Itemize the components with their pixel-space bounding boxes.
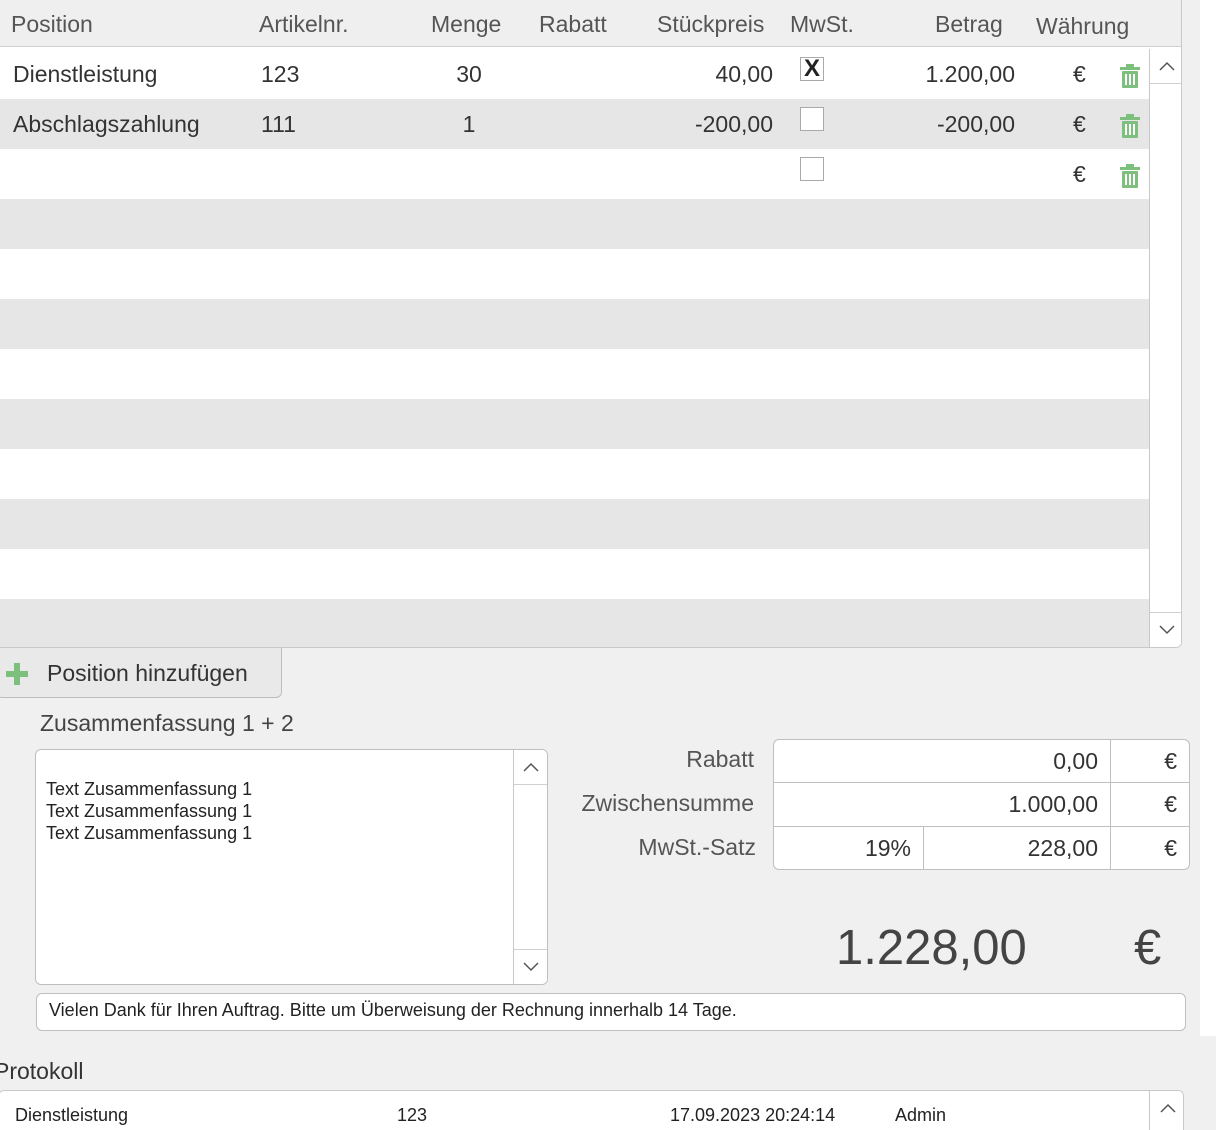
empty-row xyxy=(0,449,1149,499)
empty-row xyxy=(0,549,1149,599)
mwst-checkbox[interactable]: X xyxy=(800,57,824,81)
scroll-up-button[interactable] xyxy=(1150,49,1181,84)
cell-waehrung: € xyxy=(1073,111,1086,137)
footer-note-text: Vielen Dank für Ihren Auftrag. Bitte um … xyxy=(49,1000,737,1020)
rabatt-label: Rabatt xyxy=(686,746,754,772)
empty-row xyxy=(0,499,1149,549)
right-edge-panel xyxy=(1200,0,1216,1036)
grand-total: 1.228,00 xyxy=(836,921,1027,975)
zwischensumme-currency: € xyxy=(1110,782,1190,827)
mwst-checkbox[interactable] xyxy=(800,157,824,181)
cell-position[interactable]: Dienstleistung xyxy=(13,61,157,88)
protokoll-title: Protokoll xyxy=(0,1058,84,1084)
trash-icon[interactable] xyxy=(1119,64,1141,88)
zwischensumme-label: Zwischensumme xyxy=(581,790,754,816)
mwst-value-field[interactable]: 228,00 xyxy=(923,826,1111,870)
table-header: Position Artikelnr. Menge Rabatt Stückpr… xyxy=(0,0,1181,47)
chevron-down-icon xyxy=(522,962,539,972)
trash-icon[interactable] xyxy=(1119,164,1141,188)
protokoll-cell-artikelnr: 123 xyxy=(397,1105,428,1125)
mwst-currency: € xyxy=(1110,826,1190,870)
empty-row xyxy=(0,249,1149,299)
add-position-label: Position hinzufügen xyxy=(47,660,248,686)
protokoll-scrollbar[interactable] xyxy=(1149,1091,1183,1130)
chevron-up-icon xyxy=(1158,61,1175,71)
empty-row xyxy=(0,599,1149,647)
mwst-satz-label: MwSt.-Satz xyxy=(638,834,756,860)
empty-row xyxy=(0,349,1149,399)
zwischensumme-value-field[interactable]: 1.000,00 xyxy=(773,782,1111,827)
positions-table: Position Artikelnr. Menge Rabatt Stückpr… xyxy=(0,0,1182,648)
rabatt-currency: € xyxy=(1110,739,1190,783)
column-header-menge[interactable]: Menge xyxy=(431,11,501,38)
cell-artikelnr[interactable]: 123 xyxy=(261,61,299,88)
protokoll-cell-user: Admin xyxy=(895,1105,947,1125)
add-position-button[interactable]: Position hinzufügen xyxy=(0,648,282,698)
summary-textarea[interactable]: Text Zusammenfassung 1 Text Zusammenfass… xyxy=(35,749,548,985)
table-row[interactable]: Abschlagszahlung 111 1 -200,00 -200,00 € xyxy=(0,99,1149,149)
cell-position[interactable]: Abschlagszahlung xyxy=(13,111,200,138)
chevron-down-icon xyxy=(1158,625,1175,635)
column-header-rabatt[interactable]: Rabatt xyxy=(539,11,607,38)
column-header-betrag[interactable]: Betrag xyxy=(935,11,1003,38)
column-header-artikelnr[interactable]: Artikelnr. xyxy=(259,11,348,38)
cell-menge[interactable]: 30 xyxy=(429,61,509,88)
cell-stueckpreis[interactable]: -200,00 xyxy=(639,111,773,138)
column-header-waehrung[interactable]: Währung xyxy=(1036,13,1129,40)
cell-stueckpreis[interactable]: 40,00 xyxy=(639,61,773,88)
plus-icon xyxy=(6,663,28,685)
empty-row xyxy=(0,299,1149,349)
empty-row xyxy=(0,199,1149,249)
protokoll-cell-position: Dienstleistung xyxy=(15,1105,129,1125)
table-row[interactable]: € xyxy=(0,149,1149,199)
empty-row xyxy=(0,399,1149,449)
summary-scrollbar[interactable] xyxy=(513,750,547,984)
cell-waehrung: € xyxy=(1073,161,1086,187)
summary-title: Zusammenfassung 1 + 2 xyxy=(40,710,294,736)
mwst-rate-field[interactable]: 19% xyxy=(773,826,924,870)
scroll-down-button[interactable] xyxy=(514,949,547,984)
cell-betrag[interactable]: -200,00 xyxy=(879,111,1015,138)
cell-menge[interactable]: 1 xyxy=(429,111,509,138)
trash-icon[interactable] xyxy=(1119,114,1141,138)
footer-note-field[interactable]: Vielen Dank für Ihren Auftrag. Bitte um … xyxy=(36,993,1186,1031)
scroll-down-button[interactable] xyxy=(1150,612,1181,647)
protokoll-cell-timestamp: 17.09.2023 20:24:14 xyxy=(670,1105,836,1125)
protokoll-table: Dienstleistung 123 17.09.2023 20:24:14 A… xyxy=(0,1090,1184,1130)
grand-total-currency: € xyxy=(1134,921,1162,975)
cell-betrag[interactable]: 1.200,00 xyxy=(879,61,1015,88)
summary-text[interactable]: Text Zusammenfassung 1 Text Zusammenfass… xyxy=(46,778,506,844)
scroll-up-button[interactable] xyxy=(1150,1091,1183,1125)
rabatt-value-field[interactable]: 0,00 xyxy=(773,739,1111,783)
table-row[interactable]: Dienstleistung 123 30 40,00 X 1.200,00 € xyxy=(0,49,1149,99)
cell-artikelnr[interactable]: 111 xyxy=(261,111,296,138)
column-header-stueckpreis[interactable]: Stückpreis xyxy=(657,11,764,38)
column-header-position[interactable]: Position xyxy=(11,11,93,38)
mwst-checkbox[interactable] xyxy=(800,107,824,131)
chevron-up-icon xyxy=(1159,1103,1176,1113)
table-scrollbar[interactable] xyxy=(1149,49,1181,647)
column-header-mwst[interactable]: MwSt. xyxy=(790,11,854,38)
cell-waehrung: € xyxy=(1073,61,1086,87)
